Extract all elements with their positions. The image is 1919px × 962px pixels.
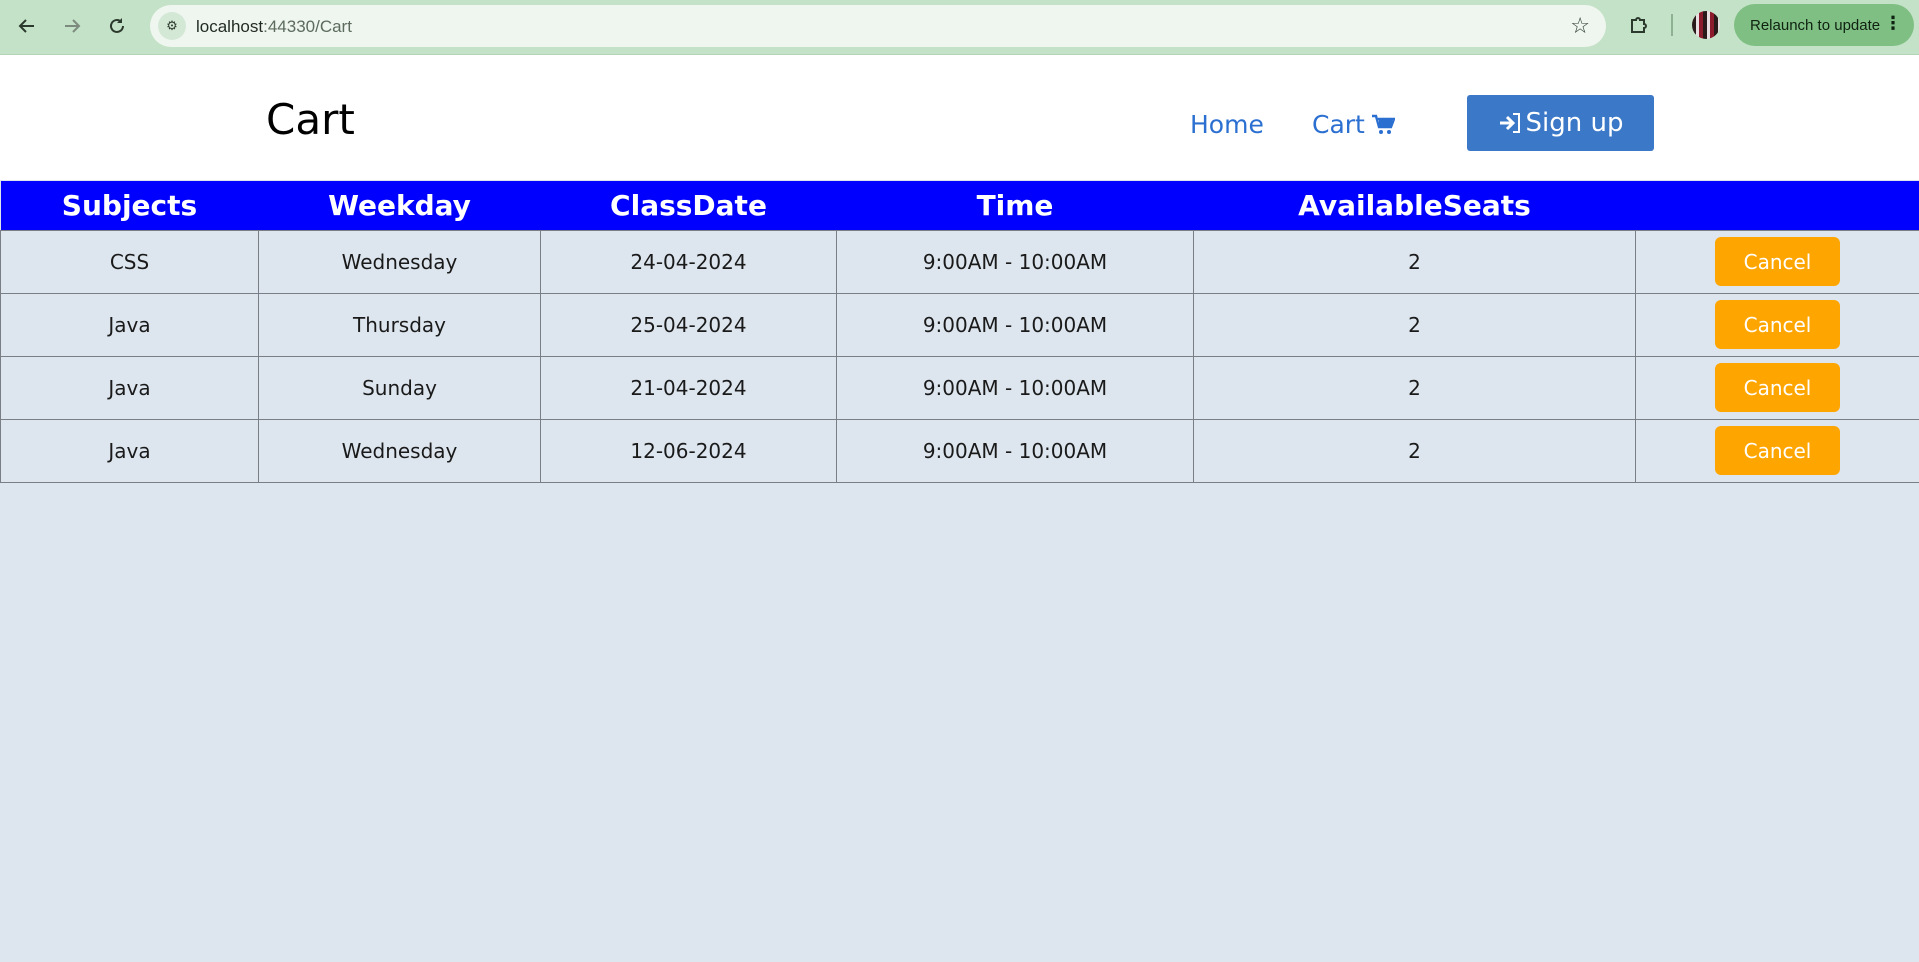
column-header-time: Time bbox=[976, 188, 1054, 222]
toolbar-divider bbox=[1671, 14, 1673, 36]
sign-in-icon bbox=[1499, 113, 1520, 133]
profile-avatar[interactable] bbox=[1692, 11, 1720, 39]
column-header-availableseats: AvailableSeats bbox=[1298, 188, 1531, 222]
cell-subject: Java bbox=[0, 292, 259, 357]
column-header-weekday: Weekday bbox=[328, 188, 471, 222]
extensions-puzzle-icon[interactable] bbox=[1624, 10, 1654, 40]
column-header-classdate: ClassDate bbox=[610, 188, 767, 222]
signup-button[interactable]: Sign up bbox=[1467, 95, 1654, 151]
back-button[interactable] bbox=[10, 9, 44, 43]
cell-seats: 2 bbox=[1193, 229, 1636, 294]
column-header-subjects: Subjects bbox=[61, 188, 198, 222]
arrow-left-icon bbox=[18, 19, 34, 33]
relaunch-label: Relaunch to update bbox=[1750, 16, 1881, 34]
cell-subject: Java bbox=[0, 355, 259, 420]
more-vert-icon: ⋮ bbox=[1884, 13, 1902, 33]
arrow-right-icon bbox=[65, 19, 81, 33]
column-header-action bbox=[1636, 181, 1919, 230]
cell-date: 25-04-2024 bbox=[540, 292, 837, 357]
page-title: Cart bbox=[266, 95, 355, 144]
bookmark-star-icon[interactable]: ☆ bbox=[1570, 13, 1590, 39]
cell-seats: 2 bbox=[1193, 418, 1636, 483]
site-info-icon[interactable]: ⚙ bbox=[158, 12, 186, 40]
cell-time: 9:00AM - 10:00AM bbox=[836, 292, 1194, 357]
cell-weekday: Sunday bbox=[258, 355, 541, 420]
reload-button[interactable] bbox=[100, 9, 134, 43]
cell-subject: CSS bbox=[0, 229, 259, 294]
cancel-button[interactable]: Cancel bbox=[1715, 237, 1840, 286]
table-header-row: Subjects Weekday ClassDate Time Availabl… bbox=[0, 181, 1919, 230]
table-row: CSS Wednesday 24-04-2024 9:00AM - 10:00A… bbox=[0, 229, 1919, 294]
url-text: localhost:44330/Cart bbox=[196, 17, 352, 37]
cancel-button[interactable]: Cancel bbox=[1715, 300, 1840, 349]
nav-cart-label: Cart bbox=[1312, 110, 1365, 139]
cancel-button[interactable]: Cancel bbox=[1715, 363, 1840, 412]
cell-time: 9:00AM - 10:00AM bbox=[836, 229, 1194, 294]
cancel-button[interactable]: Cancel bbox=[1715, 426, 1840, 475]
cell-action: Cancel bbox=[1635, 355, 1919, 420]
forward-button[interactable] bbox=[55, 9, 89, 43]
cell-action: Cancel bbox=[1635, 229, 1919, 294]
cell-seats: 2 bbox=[1193, 292, 1636, 357]
cart-table: Subjects Weekday ClassDate Time Availabl… bbox=[0, 181, 1919, 483]
cell-date: 12-06-2024 bbox=[540, 418, 837, 483]
shopping-cart-icon bbox=[1371, 114, 1395, 134]
cell-seats: 2 bbox=[1193, 355, 1636, 420]
reload-icon bbox=[110, 18, 124, 33]
cell-date: 24-04-2024 bbox=[540, 229, 837, 294]
cell-weekday: Wednesday bbox=[258, 418, 541, 483]
cell-subject: Java bbox=[0, 418, 259, 483]
signup-label: Sign up bbox=[1525, 108, 1624, 138]
cell-action: Cancel bbox=[1635, 292, 1919, 357]
address-bar[interactable]: ⚙ localhost:44330/Cart ☆ bbox=[150, 5, 1606, 47]
cell-action: Cancel bbox=[1635, 418, 1919, 483]
url-path: :44330/Cart bbox=[263, 17, 352, 36]
nav-home-link[interactable]: Home bbox=[1190, 110, 1264, 139]
cell-weekday: Thursday bbox=[258, 292, 541, 357]
relaunch-button[interactable]: Relaunch to update ⋮ bbox=[1734, 4, 1914, 46]
cell-weekday: Wednesday bbox=[258, 229, 541, 294]
cell-date: 21-04-2024 bbox=[540, 355, 837, 420]
url-host: localhost bbox=[196, 17, 264, 36]
browser-toolbar: ⚙ localhost:44330/Cart ☆ Relaunch to upd… bbox=[0, 0, 1919, 55]
table-row: Java Thursday 25-04-2024 9:00AM - 10:00A… bbox=[0, 292, 1919, 357]
cell-time: 9:00AM - 10:00AM bbox=[836, 355, 1194, 420]
cell-time: 9:00AM - 10:00AM bbox=[836, 418, 1194, 483]
table-row: Java Sunday 21-04-2024 9:00AM - 10:00AM … bbox=[0, 355, 1919, 420]
site-header: Cart Home Cart Sign up bbox=[0, 55, 1919, 180]
nav-cart-link[interactable]: Cart bbox=[1312, 110, 1395, 139]
table-row: Java Wednesday 12-06-2024 9:00AM - 10:00… bbox=[0, 418, 1919, 483]
